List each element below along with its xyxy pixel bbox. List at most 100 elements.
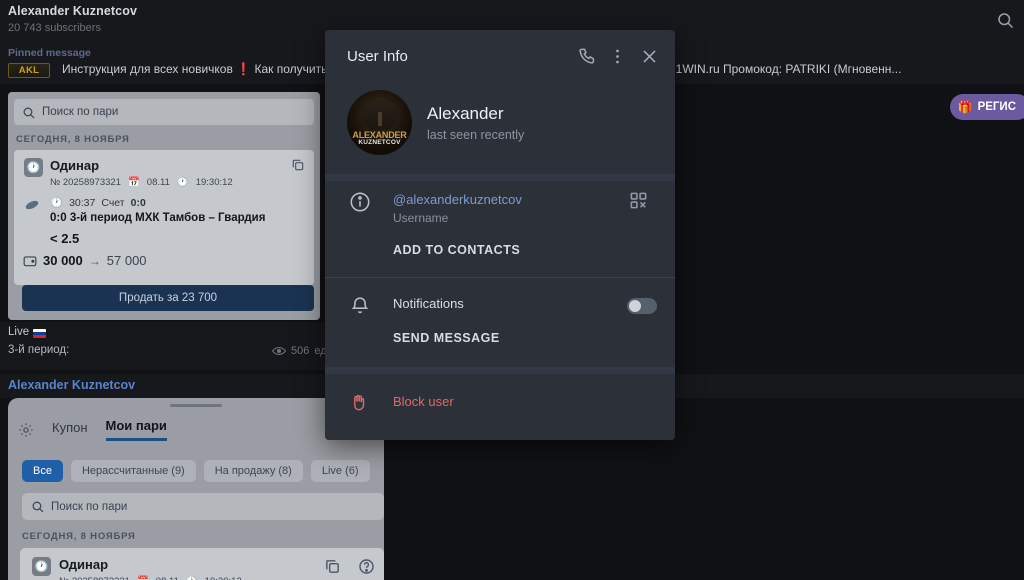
bet-number: № 20258973321 [59,576,130,580]
calendar-icon: 📅 [137,576,149,580]
more-vertical-icon[interactable] [608,47,627,66]
bet-amounts: 30 000 → 57 000 [23,253,147,268]
bet-market: < 2.5 [50,231,80,246]
register-button[interactable]: 🎁 РЕГИС [949,94,1024,120]
second-channel-title: Alexander Kuznetcov [8,378,136,392]
copy-icon[interactable] [291,158,305,172]
live-label-row: Live [8,326,47,338]
notifications-label: Notifications [393,296,464,311]
clock-icon-small: 🕐 [176,177,189,188]
phone-icon[interactable] [578,47,597,66]
bet-event: 0:0 3-й период МХК Тамбов – Гвардия [50,212,266,224]
bet-clock: 30:37 [69,196,96,209]
dialog-header: User Info [325,30,675,82]
gift-icon: 🎁 [957,100,973,114]
username-label: Username [393,211,449,225]
bet-time: 19:30:12 [195,177,233,188]
chip-live[interactable]: Live (6) [310,460,370,482]
avatar[interactable]: ALEXANDER KUZNETCOV [347,90,412,155]
search-icon[interactable] [996,11,1014,29]
register-button-label: РЕГИС [977,101,1016,113]
divider [325,367,675,374]
chip-for-sale[interactable]: На продажу (8) [203,460,303,482]
filter-chips: Все Нерассчитанные (9) На продажу (8) Li… [22,460,370,482]
tab-kupon[interactable]: Купон [52,420,88,440]
score-label: Счет [101,196,125,209]
username-value[interactable]: @alexanderkuznetcov [393,192,522,207]
dialog-title: User Info [347,48,408,65]
bet-card[interactable]: 🕐 Одинар № 20258973321 📅 08.11 🕐 19:30:1… [14,150,314,285]
add-to-contacts-button[interactable]: ADD TO CONTACTS [393,243,520,257]
chip-all[interactable]: Все [22,460,63,482]
hand-stop-icon [349,393,371,415]
info-icon [349,191,371,213]
gear-icon[interactable] [18,422,34,438]
bet-time: 19:30:12 [205,576,242,580]
flag-ru-icon [33,328,47,338]
bet-meta: № 20258973321 📅 08.11 🕐 19:30:12 [50,177,233,188]
clock-icon: 🕐 [32,557,51,576]
notifications-toggle[interactable] [627,298,657,314]
bet-stake: 30 000 [43,253,83,268]
live-strip: Live 3-й период: 506 ед [0,322,340,370]
send-message-button[interactable]: SEND MESSAGE [393,331,500,345]
drag-handle[interactable] [170,404,222,407]
bet-type-label: Одинар [50,158,100,173]
views-number: 506 [291,345,310,357]
search-input[interactable]: Поиск по пари [14,99,314,125]
user-name: Alexander [427,104,504,123]
copy-icon[interactable] [324,558,341,575]
channel-badge: AKL [8,63,50,78]
bet-potential-win: 57 000 [106,253,147,268]
section-username: @alexanderkuznetcov Username ADD TO CONT… [325,181,675,277]
screen: Alexander Kuznetcov 20 743 subscribers P… [0,0,1024,580]
date-header-bottom: СЕГОДНЯ, 8 НОЯБРЯ [22,531,136,542]
bet-live-info: 🕐 30:37 Счет 0:0 [50,196,146,210]
toggle-knob [629,300,641,312]
section-block[interactable]: Block user [325,374,675,440]
calendar-icon: 📅 [127,177,140,188]
divider [325,174,675,181]
eye-icon [272,346,286,356]
pinned-text-before: Инструкция для всех новичков [62,62,233,76]
avatar-tie [377,112,382,126]
exclamation-icon: ❗ [236,62,252,76]
search-icon [22,106,35,119]
search-input-bottom[interactable]: Поиск по пари [22,493,384,520]
clock-icon-live: 🕐 [50,197,64,209]
view-count: 506 ед [272,345,327,357]
clock-icon-small: 🕐 [186,576,198,580]
wallet-icon [23,254,37,268]
avatar-name-bottom: KUZNETCOV [358,139,401,146]
bell-icon [349,294,371,316]
pinned-promo-tail: а. 👉 1WIN.ru Промокод: PATRIKI (Мгновенн… [644,62,902,76]
live-period: 3-й период: [8,344,70,356]
live-label: Live [8,326,30,338]
user-status: last seen recently [427,128,525,142]
channel-subscribers: 20 743 subscribers [8,22,101,34]
section-notifications: Notifications SEND MESSAGE [325,278,675,367]
search-placeholder: Поиск по пари [42,106,119,118]
hockey-icon [24,198,40,212]
block-user-button[interactable]: Block user [393,394,454,409]
tabs-row: Купон Мои пари [18,418,167,441]
arrow-icon: → [88,253,101,268]
bet-meta: № 20258973321 📅 08.11 🕐 19:30:12 [59,576,242,580]
chip-unsettled[interactable]: Нерассчитанные (9) [70,460,196,482]
bet-date: 08.11 [146,177,170,188]
qr-code-icon[interactable] [629,191,648,210]
help-icon[interactable] [358,558,375,575]
search-icon [31,500,44,513]
pinned-label: Pinned message [8,47,91,59]
sell-bet-button[interactable]: Продать за 23 700 [22,285,314,311]
close-icon[interactable] [640,47,659,66]
bet-number: № 20258973321 [50,177,121,188]
channel-title: Alexander Kuznetcov [8,4,138,18]
score-value: 0:0 [130,196,146,209]
dialog-user-row: ALEXANDER KUZNETCOV Alexander last seen … [325,82,675,174]
tab-moi-pari[interactable]: Мои пари [105,418,167,441]
bet-date: 08.11 [156,576,179,580]
clock-icon: 🕐 [24,158,43,177]
bet-card-bottom[interactable]: 🕐 Одинар № 20258973321 📅 08.11 🕐 19:30:1… [20,548,384,580]
bet-type-label: Одинар [59,557,109,572]
